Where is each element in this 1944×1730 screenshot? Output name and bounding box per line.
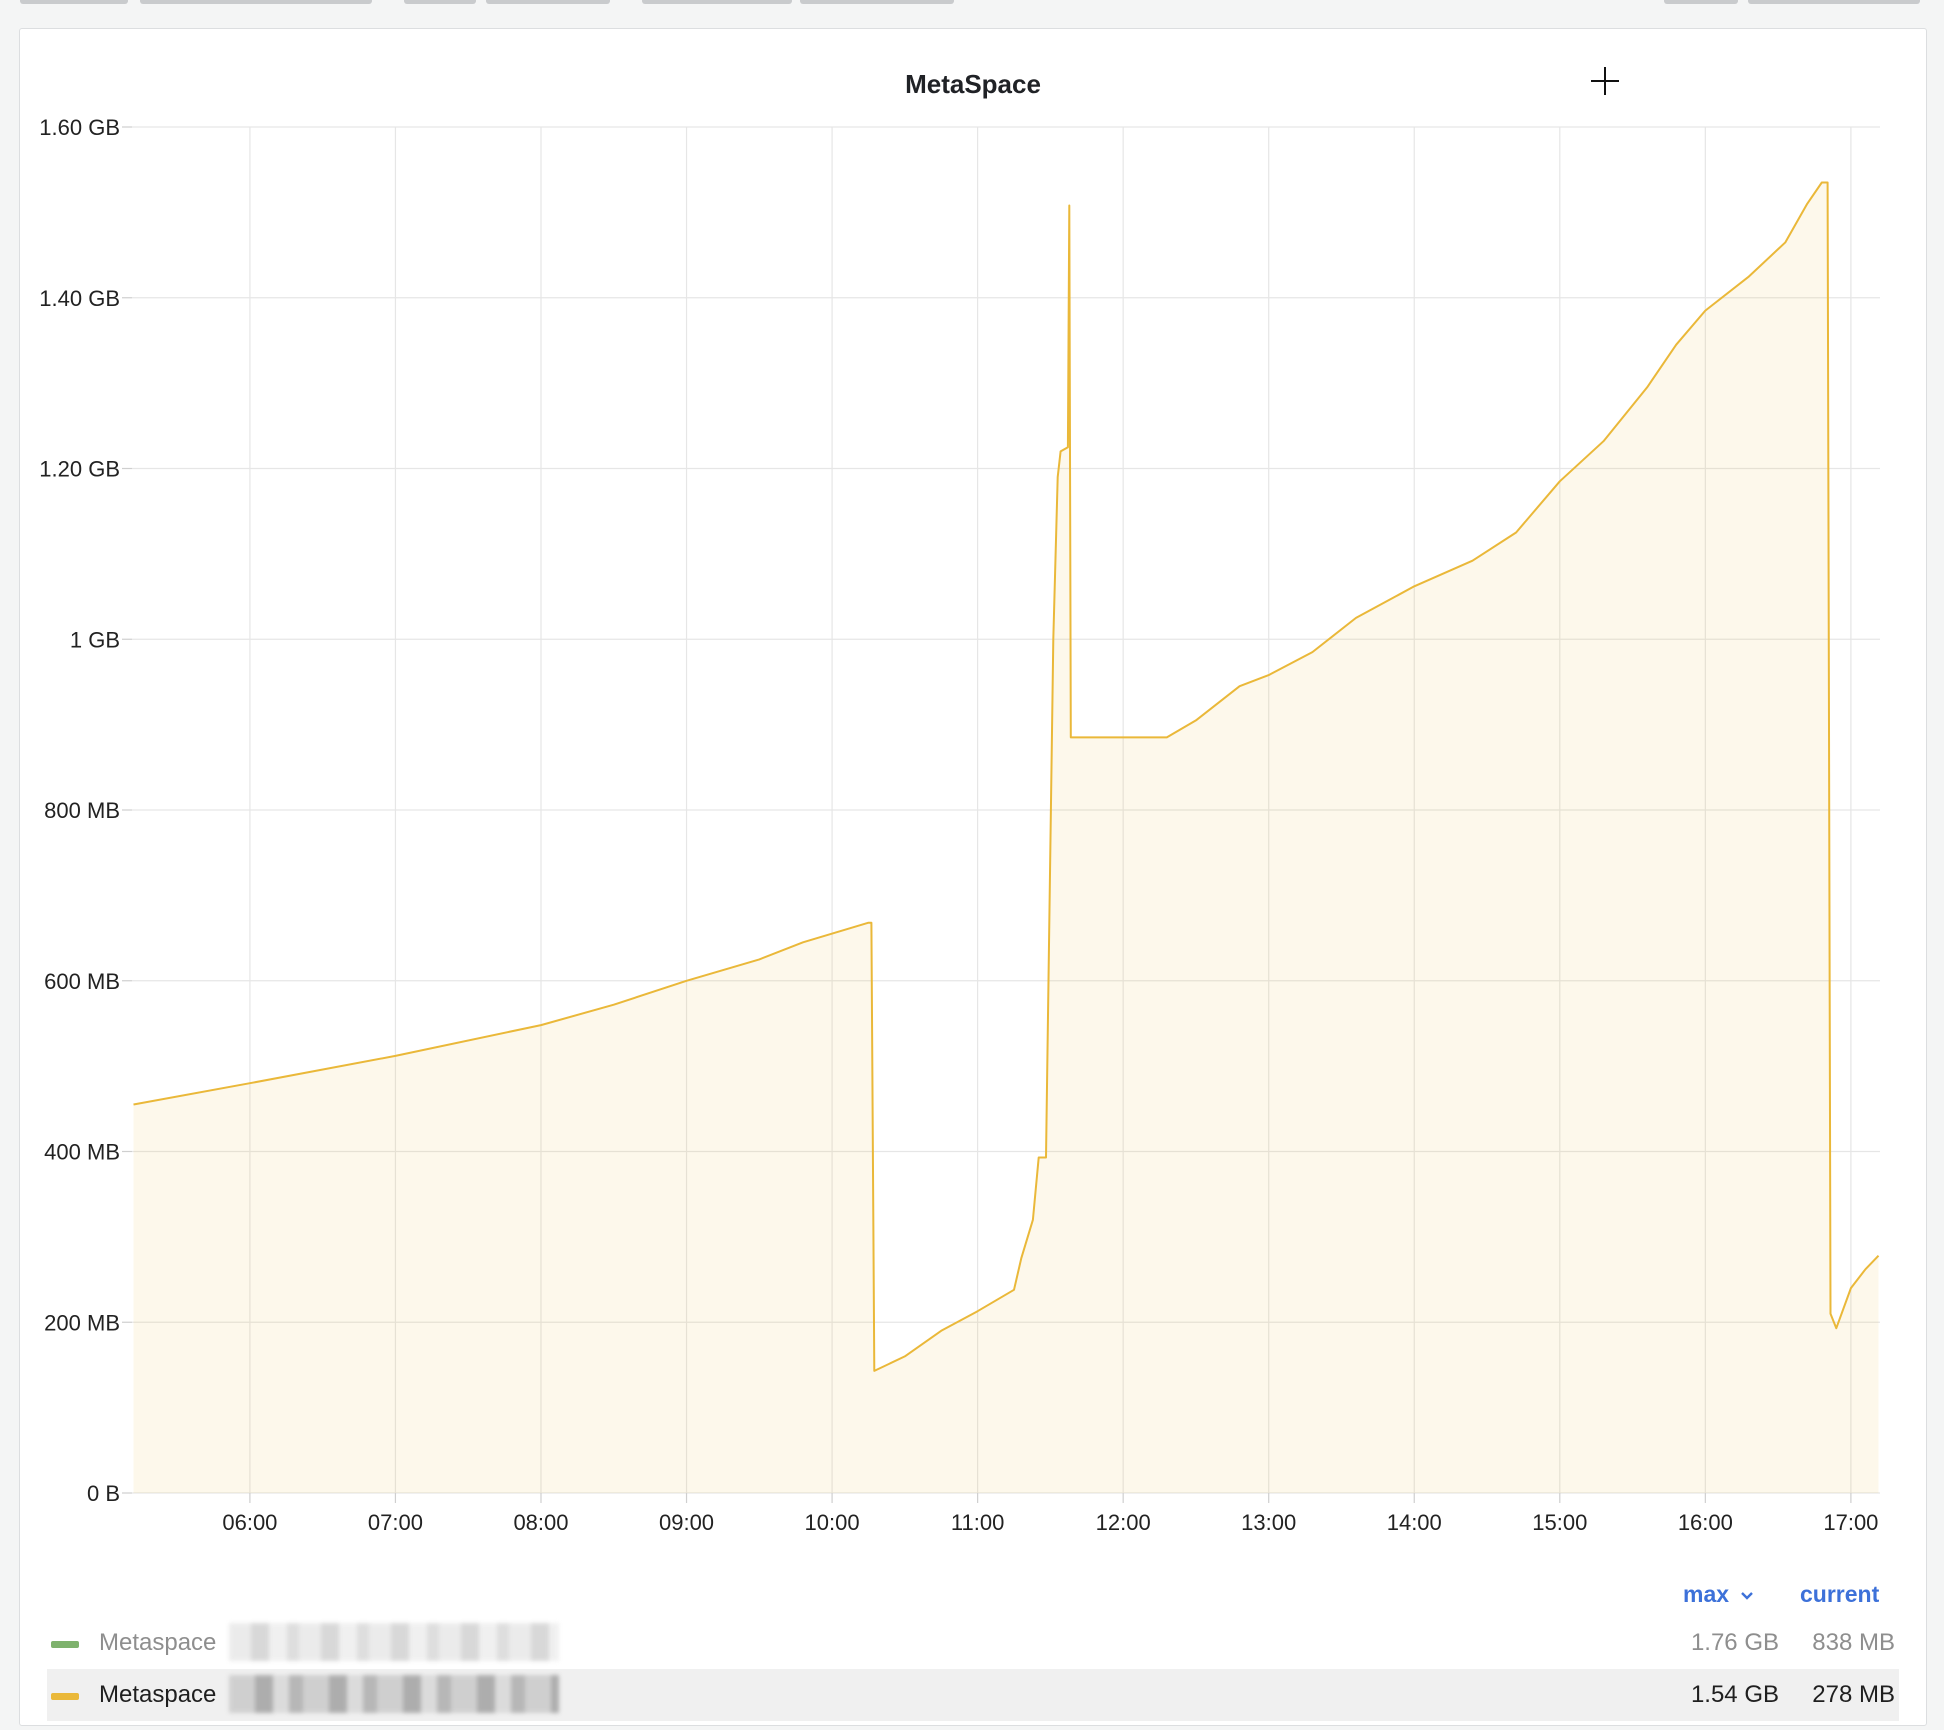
legend-item[interactable]: Metaspace 1.76 GB 838 MB [47, 1617, 1899, 1669]
y-tick-label: 1.60 GB [39, 115, 120, 140]
x-tick-label: 17:00 [1823, 1510, 1878, 1535]
toolbar-tab[interactable] [140, 0, 372, 4]
series-max-value: 1.76 GB [1690, 1629, 1779, 1656]
series-current-value: 278 MB [1812, 1681, 1895, 1708]
series-name: Metaspace [99, 1629, 217, 1656]
toolbar-tab[interactable] [1664, 0, 1738, 4]
series-current-value: 838 MB [1812, 1629, 1895, 1656]
y-tick-label: 1 GB [70, 627, 120, 652]
series-color-swatch[interactable] [51, 1641, 79, 1648]
series-color-swatch[interactable] [51, 1693, 79, 1700]
x-tick-label: 11:00 [951, 1510, 1004, 1535]
toolbar-tab[interactable] [642, 0, 792, 4]
y-tick-label: 1.40 GB [39, 286, 120, 311]
legend-max-label: max [1683, 1581, 1730, 1607]
toolbar-tab[interactable] [20, 0, 128, 4]
graph-panel: MetaSpace 0 B 200 MB 400 MB 600 MB 800 MB 1 G… [19, 28, 1927, 1726]
x-tick-label: 15:00 [1532, 1510, 1587, 1535]
metaspace-chart[interactable]: 0 B 200 MB 400 MB 600 MB 800 MB 1 GB 1.20 GB 1.… [20, 29, 1926, 1569]
y-tick-label: 0 B [87, 1481, 120, 1506]
toolbar-tab[interactable] [404, 0, 476, 4]
legend-item[interactable]: Metaspace 1.54 GB 278 MB [47, 1669, 1899, 1721]
toolbar-tab[interactable] [1748, 0, 1920, 4]
legend-sort-max[interactable]: max [1683, 1581, 1755, 1608]
x-tick-label: 07:00 [368, 1510, 423, 1535]
x-tick-label: 06:00 [222, 1510, 277, 1535]
redacted-series-label [229, 1675, 559, 1713]
x-tick-label: 10:00 [805, 1510, 860, 1535]
y-tick-label: 600 MB [44, 969, 120, 994]
series-max-value: 1.54 GB [1690, 1681, 1779, 1708]
y-tick-label: 800 MB [44, 798, 120, 823]
x-tick-label: 12:00 [1096, 1510, 1151, 1535]
x-tick-label: 16:00 [1678, 1510, 1733, 1535]
x-tick-label: 08:00 [513, 1510, 568, 1535]
y-tick-label: 200 MB [44, 1310, 120, 1335]
y-tick-label: 1.20 GB [39, 457, 120, 482]
redacted-series-label [229, 1623, 559, 1661]
y-tick-label: 400 MB [44, 1140, 120, 1165]
x-tick-label: 09:00 [659, 1510, 714, 1535]
toolbar-tab[interactable] [800, 0, 954, 4]
series-name: Metaspace [99, 1681, 217, 1708]
toolbar-tab[interactable] [486, 0, 610, 4]
x-tick-label: 14:00 [1387, 1510, 1442, 1535]
x-tick-label: 13:00 [1241, 1510, 1296, 1535]
chevron-down-icon [1741, 1592, 1754, 1600]
top-toolbar-strip [0, 0, 1944, 8]
legend-sort-current[interactable]: current [1800, 1581, 1879, 1608]
